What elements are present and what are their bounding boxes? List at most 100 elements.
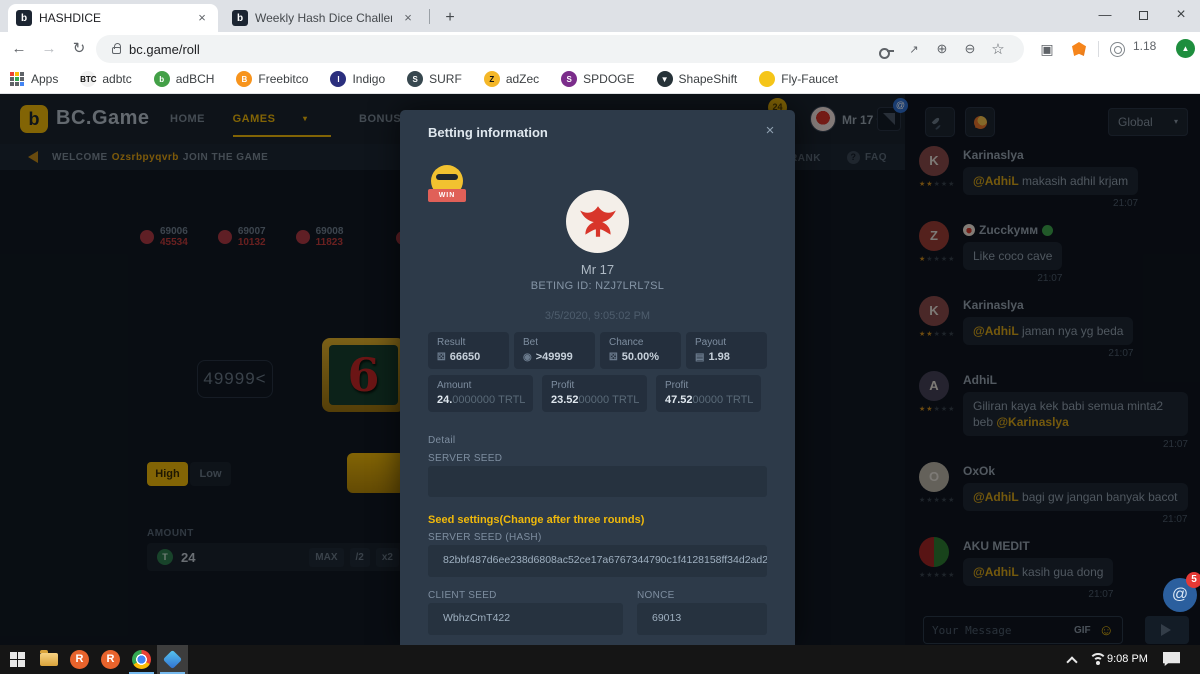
amount-dim: 00000 <box>693 394 724 406</box>
win-badge: WIN <box>428 165 466 205</box>
bookmark-item[interactable]: BTC adbtc <box>80 71 131 87</box>
server-seed-field[interactable] <box>428 466 767 497</box>
stat-label: Chance <box>609 337 672 348</box>
tab-title: Weekly Hash Dice Challenge - Se <box>255 11 392 25</box>
new-tab-button[interactable]: + <box>440 8 460 28</box>
amount-box-label: Profit <box>551 380 638 391</box>
tab-close-icon[interactable]: × <box>400 10 416 26</box>
bet-datetime: 3/5/2020, 9:05:02 PM <box>400 310 795 322</box>
stats-row: Result ⚄66650 Bet ◉>49999 Chance ⚄50.00% <box>428 332 767 369</box>
stat-icon: ⚄ <box>437 352 446 363</box>
bookmark-favicon: ▼ <box>657 71 673 87</box>
file-explorer-button[interactable] <box>33 645 64 674</box>
apps-shortcut[interactable]: Apps <box>10 72 58 86</box>
window-minimize-button[interactable]: — <box>1086 0 1124 30</box>
window-close-button[interactable]: × <box>1162 0 1200 30</box>
bookmark-favicon: b <box>154 71 170 87</box>
zoom-in-icon[interactable]: ⊕ <box>928 41 956 57</box>
tab-weekly-challenge[interactable]: b Weekly Hash Dice Challenge - Se × <box>224 4 424 32</box>
bookmark-label: adBCH <box>176 72 215 86</box>
amount-dim: 00000 <box>579 394 610 406</box>
r-app-button-1[interactable]: R <box>64 645 95 674</box>
active-app-button[interactable] <box>157 645 188 674</box>
stat-icon: ◉ <box>523 352 532 363</box>
server-seed-hash-field[interactable]: 82bbf487d6ee238d6808ac52ce17a6767344790c… <box>428 545 767 577</box>
stat-label: Payout <box>695 337 758 348</box>
modal-close-icon[interactable]: × <box>761 122 779 139</box>
bookmark-item[interactable]: B Freebitco <box>236 71 308 87</box>
bookmark-favicon: B <box>236 71 252 87</box>
bookmark-label: Freebitco <box>258 72 308 86</box>
notification-center-icon[interactable] <box>1163 652 1180 666</box>
bookmark-item[interactable]: I Indigo <box>330 71 385 87</box>
client-seed-label: CLIENT SEED <box>428 590 497 601</box>
client-seed-field[interactable]: WbhzCmT422 <box>428 603 623 635</box>
bookmark-item[interactable]: ▼ ShapeShift <box>657 71 738 87</box>
amount-box-label: Profit <box>665 380 752 391</box>
chrome-taskbar-button[interactable] <box>126 645 157 674</box>
betting-id: BETING ID: NZJ7LRL7SL <box>400 280 795 292</box>
bookmarks-bar: Apps BTC adbtc b adBCH B Freebitco <box>0 65 1200 94</box>
bookmark-item[interactable]: b adBCH <box>154 71 215 87</box>
chevron-up-icon <box>1066 656 1077 667</box>
tab-close-icon[interactable]: × <box>194 10 210 26</box>
chrome-icon <box>132 650 151 669</box>
bookmark-favicon: I <box>330 71 346 87</box>
r-app-button-2[interactable]: R <box>95 645 126 674</box>
green-extension-icon[interactable]: ▲ <box>1176 39 1195 58</box>
amount-box: Profit 23.5200000TRTL <box>542 375 647 412</box>
bookmark-favicon: Z <box>484 71 500 87</box>
tab-favicon: b <box>232 10 248 26</box>
betting-information-modal: Betting information × WIN Mr 17 BETING I… <box>400 110 795 645</box>
amount-currency: TRTL <box>498 394 525 406</box>
amount-currency: TRTL <box>612 394 639 406</box>
bookmark-item[interactable]: Fly-Faucet <box>759 71 838 87</box>
back-button[interactable]: ← <box>6 36 32 62</box>
bookmark-list: BTC adbtc b adBCH B Freebitco I Indigo <box>80 71 860 87</box>
bookmark-label: Indigo <box>352 72 385 86</box>
coin-extension-icon[interactable] <box>1106 38 1128 60</box>
amount-dim: 0000000 <box>452 394 495 406</box>
folder-icon <box>40 653 58 666</box>
windows-logo-icon <box>10 652 25 667</box>
stat-value: 50.00% <box>622 351 659 363</box>
reload-button[interactable]: ↻ <box>66 36 92 62</box>
open-in-new-icon[interactable]: ↗ <box>900 43 928 56</box>
nonce-field[interactable]: 69013 <box>637 603 767 635</box>
metamask-icon[interactable] <box>1068 38 1090 60</box>
address-bar[interactable]: bc.game/roll ↗ ⊕ ⊖ ☆ <box>96 35 1024 63</box>
app-icon <box>163 650 182 669</box>
password-key-icon[interactable] <box>872 42 900 57</box>
window-restore-button[interactable] <box>1124 0 1162 30</box>
start-button[interactable] <box>2 645 33 674</box>
bookmark-item[interactable]: Z adZec <box>484 71 539 87</box>
stat-label: Result <box>437 337 500 348</box>
tab-hashdice[interactable]: b HASHDICE × <box>8 4 218 32</box>
bookmark-label: adbtc <box>102 72 131 86</box>
url-text[interactable]: bc.game/roll <box>129 42 872 57</box>
zoom-out-icon[interactable]: ⊖ <box>956 41 984 57</box>
r-app-icon: R <box>101 650 120 669</box>
tab-separator <box>429 9 430 24</box>
extension-cube-icon[interactable]: ▣ <box>1036 38 1058 60</box>
bookmark-label: SURF <box>429 72 462 86</box>
stat-box: Payout ▤1.98 <box>686 332 767 369</box>
screen: b HASHDICE × b Weekly Hash Dice Challeng… <box>0 0 1200 674</box>
amount-currency: TRTL <box>726 394 753 406</box>
r-app-icon: R <box>70 650 89 669</box>
browser-toolbar: ← → ↻ bc.game/roll ↗ ⊕ ⊖ ☆ ▣ 1.18 ▲ <box>0 32 1200 65</box>
tab-favicon: b <box>16 10 32 26</box>
wifi-icon <box>1089 653 1107 666</box>
stat-value: 1.98 <box>708 351 729 363</box>
clock[interactable]: 9:08 PM <box>1107 653 1148 665</box>
bookmark-star-icon[interactable]: ☆ <box>984 40 1012 58</box>
forward-button[interactable]: → <box>36 36 62 62</box>
bookmark-label: Fly-Faucet <box>781 72 838 86</box>
stat-label: Bet <box>523 337 586 348</box>
bookmark-item[interactable]: S SPDOGE <box>561 71 634 87</box>
stat-box: Bet ◉ >49999 <box>514 332 595 369</box>
extension-badge-value: 1.18 <box>1133 39 1156 53</box>
detail-label: Detail <box>428 435 455 446</box>
bookmark-item[interactable]: S SURF <box>407 71 462 87</box>
stat-value: >49999 <box>536 351 573 363</box>
